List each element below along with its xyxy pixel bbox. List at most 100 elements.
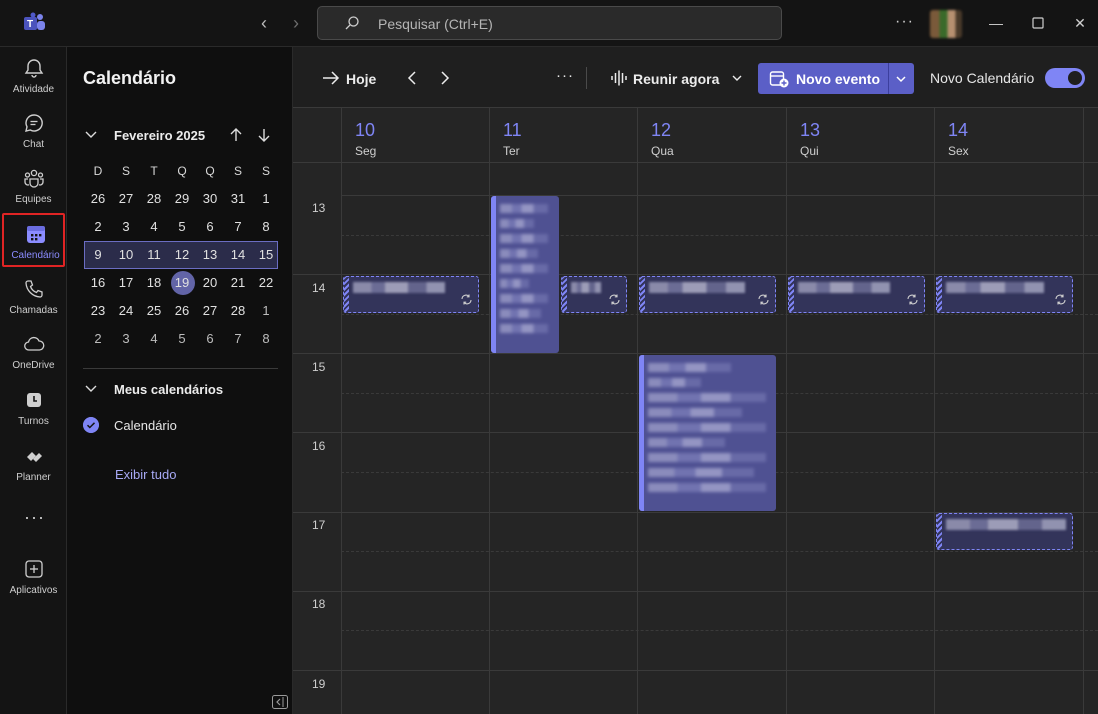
day-cell[interactable]: 16 — [84, 269, 112, 297]
event[interactable] — [936, 513, 1073, 550]
day-cell[interactable]: 31 — [224, 185, 252, 213]
rail-item-calendar[interactable]: Calendário — [2, 213, 65, 267]
day-cell[interactable]: 8 — [252, 213, 280, 241]
forward-arrow-icon[interactable]: › — [289, 14, 303, 32]
day-cell[interactable]: 29 — [168, 185, 196, 213]
time-gutter-header — [293, 108, 341, 163]
day-cell[interactable]: 1 — [252, 297, 280, 325]
day-cell[interactable]: 2 — [84, 213, 112, 241]
day-cell[interactable]: 27 — [196, 297, 224, 325]
day-cell[interactable]: 23 — [84, 297, 112, 325]
day-cell[interactable]: 4 — [140, 213, 168, 241]
maximize-icon[interactable] — [1029, 14, 1047, 32]
day-cell[interactable]: 28 — [140, 185, 168, 213]
planner-icon — [27, 452, 42, 462]
collapse-panel-icon[interactable] — [272, 695, 288, 709]
day-cell[interactable]: 22 — [252, 269, 280, 297]
my-calendars-header[interactable]: Meus calendários — [83, 380, 283, 400]
day-cell[interactable]: 25 — [140, 297, 168, 325]
event-recurring[interactable] — [639, 276, 776, 313]
day-cell[interactable]: 15 — [252, 241, 280, 269]
day-cell[interactable]: 10 — [112, 241, 140, 269]
day-cell[interactable]: 9 — [84, 241, 112, 269]
more-options-icon[interactable]: ··· — [556, 67, 574, 84]
rail-item-planner[interactable]: Planner — [0, 437, 67, 491]
day-cell[interactable]: 27 — [112, 185, 140, 213]
day-cell[interactable]: 26 — [168, 297, 196, 325]
next-week-icon[interactable] — [438, 69, 452, 87]
day-cell[interactable]: 7 — [224, 325, 252, 353]
week-row: 16 17 18 19 20 21 22 — [84, 269, 280, 297]
day-cell[interactable]: 5 — [168, 213, 196, 241]
day-cell[interactable]: 7 — [224, 213, 252, 241]
day-cell[interactable]: 8 — [252, 325, 280, 353]
arrow-up-icon[interactable] — [229, 127, 243, 143]
add-apps-icon — [25, 560, 43, 578]
shifts-icon — [27, 393, 41, 407]
event-accent-bar — [937, 277, 942, 312]
today-day-cell[interactable]: 19 — [168, 269, 196, 297]
show-all-link[interactable]: Exibir tudo — [115, 467, 176, 482]
new-event-dropdown[interactable] — [889, 63, 914, 94]
chevron-down-icon[interactable] — [83, 381, 99, 397]
day-header[interactable]: 14 Sex — [934, 108, 1083, 163]
day-cell[interactable]: 6 — [196, 325, 224, 353]
day-cell[interactable]: 3 — [112, 213, 140, 241]
previous-week-icon[interactable] — [405, 69, 419, 87]
rail-item-calls[interactable]: Chamadas — [0, 270, 67, 324]
day-cell[interactable]: 17 — [112, 269, 140, 297]
day-header[interactable]: 12 Qua — [637, 108, 786, 163]
calendar-list-item[interactable]: Calendário — [83, 416, 283, 436]
day-cell[interactable]: 13 — [196, 241, 224, 269]
more-apps-icon[interactable]: ··· — [24, 507, 45, 528]
today-label: Hoje — [346, 71, 377, 87]
day-cell[interactable]: 6 — [196, 213, 224, 241]
rail-item-chat[interactable]: Chat — [0, 104, 67, 158]
arrow-down-icon[interactable] — [257, 127, 271, 143]
day-cell[interactable]: 5 — [168, 325, 196, 353]
day-cell[interactable]: 3 — [112, 325, 140, 353]
chevron-down-icon[interactable] — [83, 127, 99, 143]
rail-item-apps[interactable]: Aplicativos — [0, 550, 67, 604]
audio-wave-icon — [611, 70, 627, 86]
check-circle-icon[interactable] — [83, 417, 99, 433]
day-cell[interactable]: 30 — [196, 185, 224, 213]
new-calendar-toggle[interactable] — [1045, 68, 1085, 88]
rail-item-teams[interactable]: Equipes — [0, 159, 67, 213]
event-recurring[interactable] — [561, 276, 627, 313]
day-cell[interactable]: 12 — [168, 241, 196, 269]
event-recurring[interactable] — [343, 276, 479, 313]
day-cell[interactable]: 28 — [224, 297, 252, 325]
more-options-icon[interactable]: ··· — [895, 13, 914, 31]
day-cell[interactable]: 4 — [140, 325, 168, 353]
day-cell[interactable]: 1 — [252, 185, 280, 213]
day-cell[interactable]: 20 — [196, 269, 224, 297]
day-header[interactable]: 10 Seg — [341, 108, 489, 163]
search-input[interactable]: Pesquisar (Ctrl+E) — [317, 6, 782, 40]
day-cell[interactable]: 11 — [140, 241, 168, 269]
avatar[interactable] — [930, 10, 962, 38]
event-accent-bar — [937, 514, 942, 549]
chevron-down-icon[interactable] — [731, 72, 743, 84]
event-recurring[interactable] — [936, 276, 1073, 313]
day-cell[interactable]: 24 — [112, 297, 140, 325]
back-arrow-icon[interactable]: ‹ — [257, 14, 271, 32]
minimize-icon[interactable]: — — [987, 14, 1005, 32]
day-cell[interactable]: 18 — [140, 269, 168, 297]
event-block[interactable] — [491, 196, 559, 353]
day-header[interactable]: 11 Ter — [489, 108, 637, 163]
search-placeholder: Pesquisar (Ctrl+E) — [378, 16, 493, 32]
day-cell[interactable]: 26 — [84, 185, 112, 213]
event-block[interactable] — [639, 355, 776, 511]
rail-item-shifts[interactable]: Turnos — [0, 381, 67, 435]
new-event-button[interactable]: Novo evento — [758, 63, 888, 94]
day-cell[interactable]: 2 — [84, 325, 112, 353]
day-header[interactable]: 13 Qui — [786, 108, 934, 163]
day-cell[interactable]: 14 — [224, 241, 252, 269]
event-recurring[interactable] — [788, 276, 925, 313]
close-icon[interactable]: ✕ — [1071, 14, 1089, 32]
day-name: Qua — [651, 144, 674, 158]
rail-item-activity[interactable]: Atividade — [0, 49, 67, 103]
day-cell[interactable]: 21 — [224, 269, 252, 297]
rail-item-onedrive[interactable]: OneDrive — [0, 325, 67, 379]
